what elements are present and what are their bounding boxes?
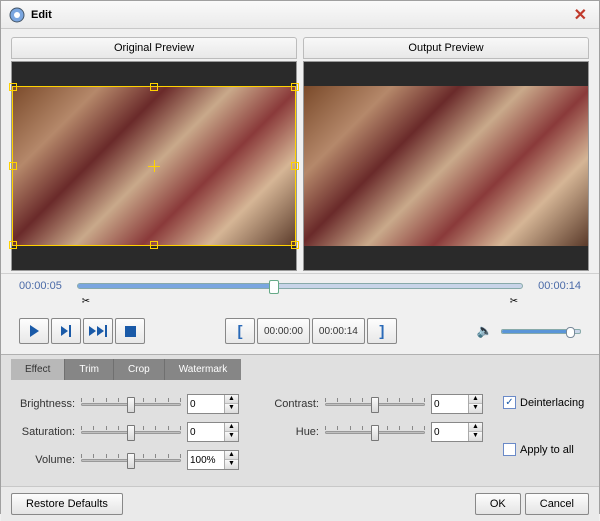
hue-slider[interactable] (325, 423, 425, 441)
brightness-spin-down[interactable]: ▼ (225, 404, 238, 413)
step-forward-icon (61, 325, 71, 337)
saturation-input[interactable] (188, 427, 224, 438)
timeline-end-time: 00:00:14 (531, 280, 581, 292)
bracket-open-icon: [ (237, 323, 242, 340)
volume-adj-slider[interactable] (81, 451, 181, 469)
saturation-spin-down[interactable]: ▼ (225, 432, 238, 441)
brightness-spin-up[interactable]: ▲ (225, 395, 238, 404)
crop-handle-mid-left[interactable] (9, 162, 17, 170)
volume-slider[interactable] (501, 329, 581, 334)
cancel-button[interactable]: Cancel (525, 493, 589, 515)
mark-in-scissor-button[interactable]: ✂ (77, 294, 95, 308)
crop-handle-bottom-mid[interactable] (150, 241, 158, 249)
apply-to-all-checkbox[interactable] (503, 443, 516, 456)
tab-watermark[interactable]: Watermark (165, 359, 242, 380)
tab-effect[interactable]: Effect (11, 359, 65, 380)
volume-slider-fill (502, 330, 568, 333)
volume-spin-up[interactable]: ▲ (225, 451, 238, 460)
tab-crop[interactable]: Crop (114, 359, 165, 380)
bracket-close-icon: ] (379, 323, 384, 340)
mark-out-scissor-button[interactable]: ✂ (505, 294, 523, 308)
saturation-spinbox[interactable]: ▲▼ (187, 422, 239, 442)
deinterlacing-label: Deinterlacing (520, 397, 584, 409)
in-time-display[interactable]: 00:00:00 (257, 318, 310, 344)
contrast-spin-up[interactable]: ▲ (469, 395, 482, 404)
contrast-input[interactable] (432, 399, 468, 410)
timeline-start-time: 00:00:05 (19, 280, 69, 292)
volume-icon[interactable]: 🔈 (477, 323, 493, 339)
timeline-fill (78, 284, 273, 288)
step-forward-button[interactable] (51, 318, 81, 344)
contrast-slider[interactable] (325, 395, 425, 413)
original-preview-header: Original Preview (11, 37, 297, 59)
volume-slider-thumb[interactable] (566, 327, 575, 338)
set-out-point-button[interactable]: ] (367, 318, 397, 344)
crop-handle-top-left[interactable] (9, 83, 17, 91)
next-icon (89, 325, 107, 337)
hue-label: Hue: (259, 426, 319, 438)
stop-button[interactable] (115, 318, 145, 344)
window-title: Edit (31, 9, 570, 21)
brightness-label: Brightness: (15, 398, 75, 410)
scissor-icon: ✂ (82, 296, 90, 307)
contrast-spinbox[interactable]: ▲▼ (431, 394, 483, 414)
output-preview-pane (303, 61, 589, 271)
original-preview-pane[interactable] (11, 61, 297, 271)
tab-trim[interactable]: Trim (65, 359, 114, 380)
restore-defaults-button[interactable]: Restore Defaults (11, 493, 123, 515)
brightness-input[interactable] (188, 399, 224, 410)
crop-handle-top-mid[interactable] (150, 83, 158, 91)
brightness-spinbox[interactable]: ▲▼ (187, 394, 239, 414)
timeline-track[interactable] (77, 283, 523, 289)
contrast-label: Contrast: (259, 398, 319, 410)
app-icon (9, 7, 25, 23)
hue-spin-up[interactable]: ▲ (469, 423, 482, 432)
hue-spinbox[interactable]: ▲▼ (431, 422, 483, 442)
contrast-spin-down[interactable]: ▼ (469, 404, 482, 413)
crop-handle-bottom-left[interactable] (9, 241, 17, 249)
close-button[interactable]: ✕ (570, 5, 591, 25)
hue-input[interactable] (432, 427, 468, 438)
play-button[interactable] (19, 318, 49, 344)
stop-icon (125, 326, 136, 337)
output-preview-header: Output Preview (303, 37, 589, 59)
crop-handle-bottom-right[interactable] (291, 241, 299, 249)
deinterlacing-checkbox[interactable]: ✓ (503, 396, 516, 409)
crop-rectangle[interactable] (12, 86, 296, 246)
saturation-slider[interactable] (81, 423, 181, 441)
crop-center-icon[interactable] (148, 160, 160, 172)
apply-to-all-label: Apply to all (520, 444, 574, 456)
volume-spin-down[interactable]: ▼ (225, 460, 238, 469)
crop-handle-top-right[interactable] (291, 83, 299, 91)
play-icon (30, 325, 39, 337)
saturation-label: Saturation: (15, 426, 75, 438)
volume-label: Volume: (15, 454, 75, 466)
crop-handle-mid-right[interactable] (291, 162, 299, 170)
brightness-slider[interactable] (81, 395, 181, 413)
hue-spin-down[interactable]: ▼ (469, 432, 482, 441)
timeline-thumb[interactable] (269, 280, 279, 294)
scissor-icon: ✂ (510, 296, 518, 307)
volume-input[interactable] (188, 455, 224, 466)
next-button[interactable] (83, 318, 113, 344)
ok-button[interactable]: OK (475, 493, 521, 515)
volume-spinbox[interactable]: ▲▼ (187, 450, 239, 470)
set-in-point-button[interactable]: [ (225, 318, 255, 344)
saturation-spin-up[interactable]: ▲ (225, 423, 238, 432)
out-time-display[interactable]: 00:00:14 (312, 318, 365, 344)
